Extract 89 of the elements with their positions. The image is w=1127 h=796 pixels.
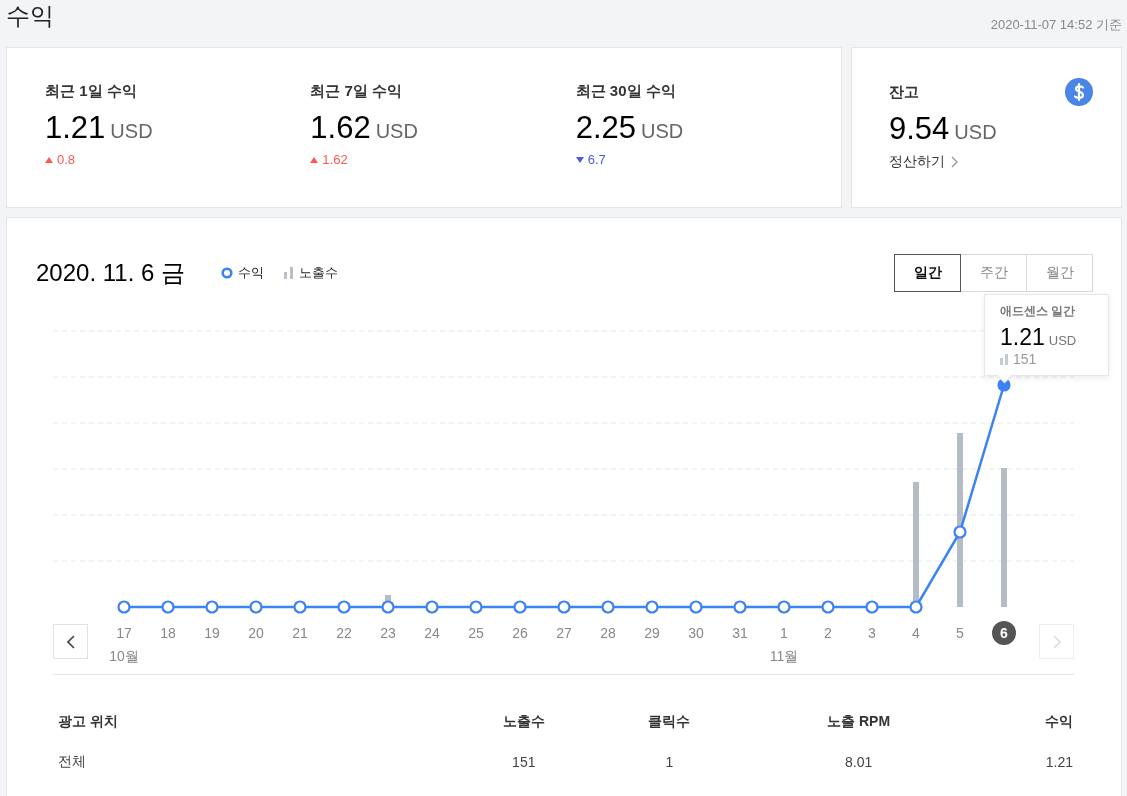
day-label[interactable]: 2 [824, 625, 832, 641]
column-header: 수익 [1044, 712, 1073, 731]
data-point [601, 600, 615, 614]
period-tab[interactable]: 월간 [1026, 254, 1093, 292]
data-point [777, 600, 791, 614]
unit-label: USD [375, 120, 418, 143]
data-point [469, 600, 483, 614]
balance-value: 9.54 [889, 111, 950, 147]
unit-label: USD [110, 120, 153, 143]
stat-value: 2.25 [575, 110, 636, 146]
month-label: 10월 [109, 648, 139, 664]
chevron-right-icon [1052, 634, 1061, 649]
month-label: 11월 [769, 648, 799, 664]
balance-label: 잔고 [889, 82, 919, 102]
unit-label: USD [954, 121, 997, 144]
period-tab[interactable]: 일간 [894, 254, 961, 292]
bars-icon [1000, 353, 1009, 365]
data-point [205, 600, 219, 614]
table-cell-text: 8.01 [843, 753, 874, 772]
settle-link[interactable]: 정산하기 [889, 153, 958, 171]
tooltip-value: 1.21 [1000, 324, 1045, 351]
data-point [645, 600, 659, 614]
day-label[interactable]: 22 [336, 625, 352, 641]
day-label[interactable]: 4 [912, 625, 920, 641]
day-label[interactable]: 31 [732, 625, 748, 641]
day-label[interactable]: 29 [644, 625, 660, 641]
chevron-left-icon [66, 634, 75, 649]
day-label[interactable]: 30 [688, 625, 704, 641]
column-header: 노출 RPM [826, 712, 892, 731]
data-point [557, 600, 571, 614]
legend-label: 수익 [238, 264, 264, 282]
tooltip-title: 애드센스 일간 [1000, 303, 1077, 320]
day-label[interactable]: 26 [512, 625, 528, 641]
unit-label: USD [641, 120, 684, 143]
stat-value: 1.21 [45, 110, 106, 146]
day-label[interactable]: 3 [868, 625, 876, 641]
stat-value: 1.62 [310, 110, 371, 146]
data-point [733, 600, 747, 614]
day-label[interactable]: 27 [556, 625, 572, 641]
day-label[interactable]: 21 [292, 625, 308, 641]
day-label[interactable]: 23 [380, 625, 396, 641]
data-point [821, 600, 835, 614]
day-label[interactable]: 28 [600, 625, 616, 641]
data-point [117, 600, 131, 614]
ring-icon [221, 267, 233, 279]
data-point [381, 600, 395, 614]
table-cell-text: 151 [511, 753, 537, 772]
day-label[interactable]: 6 [992, 621, 1016, 645]
day-label[interactable]: 24 [424, 625, 440, 641]
table-cell-text: 전체 [58, 752, 87, 771]
day-label[interactable]: 17 [116, 625, 132, 641]
data-point [513, 600, 527, 614]
period-tab[interactable]: 주간 [960, 254, 1027, 292]
bars-icon [284, 267, 294, 279]
data-point [337, 600, 351, 614]
timestamp: 2020-11-07 14:52 기준 [990, 16, 1122, 34]
change-value: 6.7 [587, 152, 606, 167]
unit-label: USD [1048, 333, 1077, 348]
previous-button[interactable] [53, 624, 88, 659]
chart-date: 2020. 11. 6 금 [36, 258, 185, 288]
data-point [425, 600, 439, 614]
column-header: 광고 위치 [58, 712, 119, 731]
data-point [909, 600, 923, 614]
data-point [161, 600, 175, 614]
chevron-right-icon [951, 156, 958, 168]
stat-label: 최근 7일 수익 [310, 82, 403, 101]
data-point [249, 600, 263, 614]
data-point [293, 600, 307, 614]
stat-label: 최근 30일 수익 [575, 82, 677, 101]
legend-label: 노출수 [299, 264, 338, 282]
table-cell-text: 1.21 [1044, 753, 1073, 772]
dollar-icon [1065, 78, 1093, 106]
day-label[interactable]: 1 [780, 625, 788, 641]
stat-label: 최근 1일 수익 [45, 82, 138, 101]
day-label[interactable]: 19 [204, 625, 220, 641]
data-point [689, 600, 703, 614]
day-label[interactable]: 5 [956, 625, 964, 641]
data-point [865, 600, 879, 614]
table-cell-text: 1 [664, 753, 675, 772]
day-label[interactable]: 20 [248, 625, 264, 641]
tooltip-impressions: 151 [1013, 351, 1037, 367]
column-header: 클릭수 [647, 712, 692, 731]
change-value: 0.8 [57, 152, 76, 167]
day-label[interactable]: 18 [160, 625, 176, 641]
page-title: 수익 [6, 1, 54, 31]
column-header: 노출수 [501, 712, 546, 731]
data-point [953, 525, 967, 539]
change-value: 1.62 [322, 152, 348, 167]
day-label[interactable]: 25 [468, 625, 484, 641]
